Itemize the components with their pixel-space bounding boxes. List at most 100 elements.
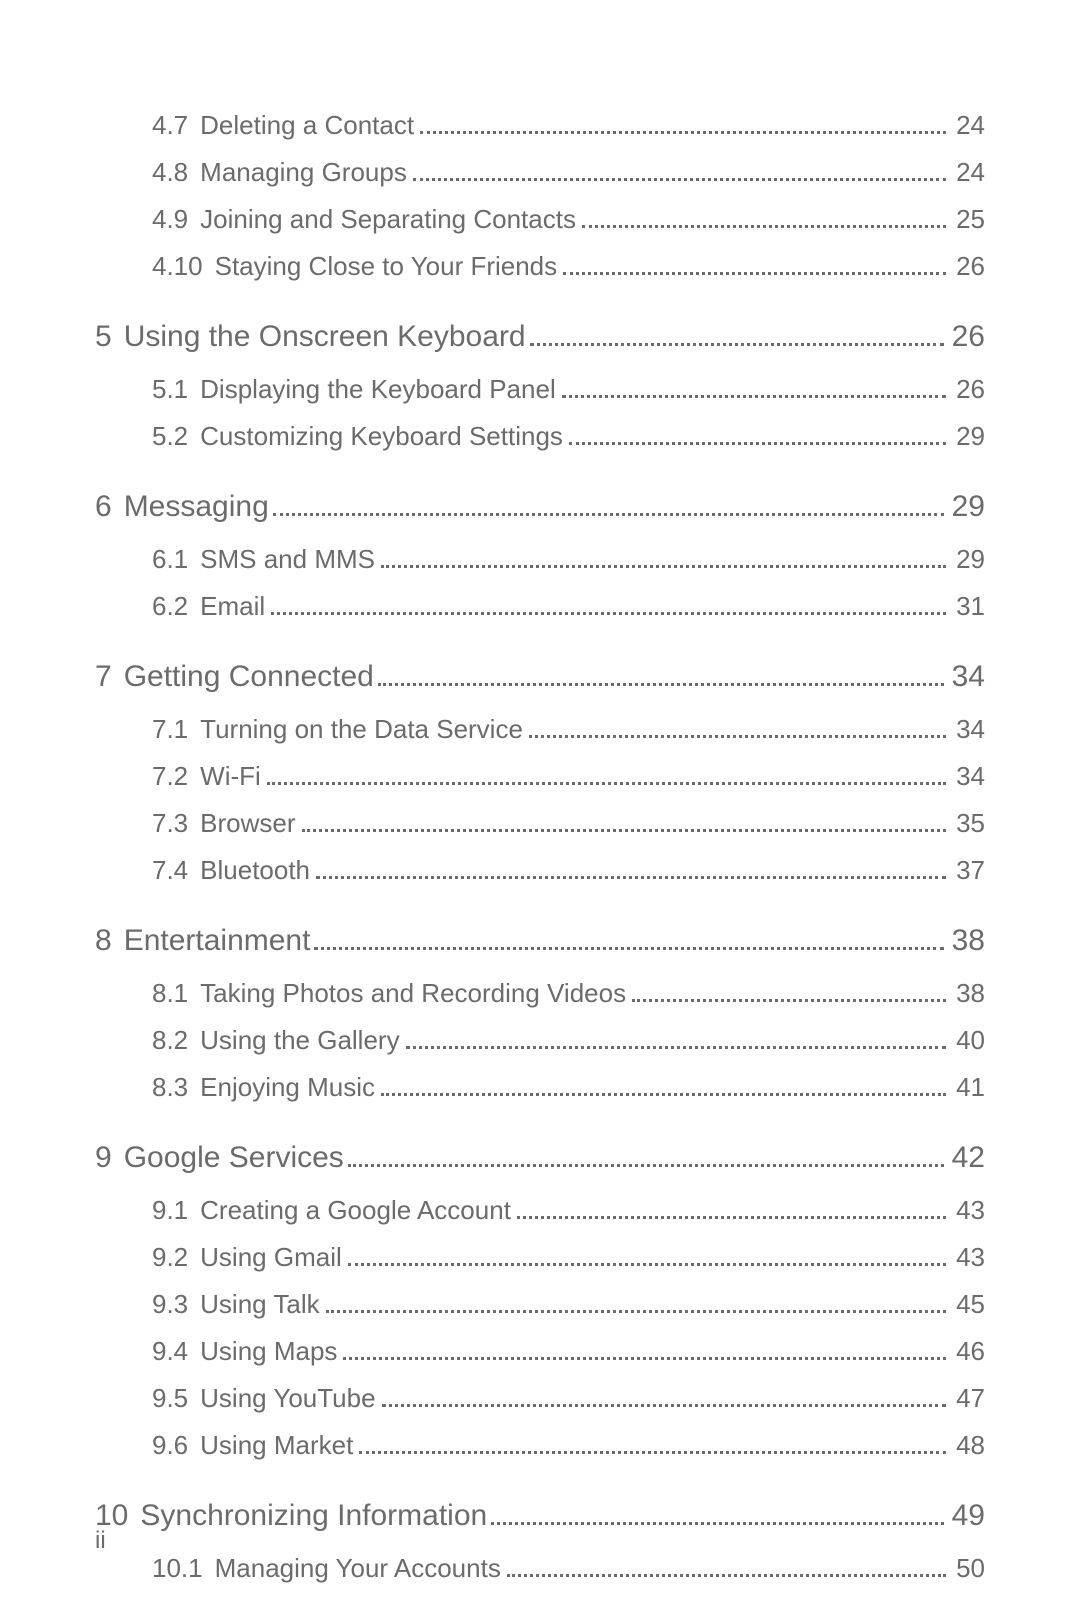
toc-sub-page: 25 [956,204,985,235]
toc-sub-entry: 9.6 Using Market 48 [152,1430,985,1461]
toc-dots [569,442,946,445]
toc-sub-num: 8.1 [152,978,188,1009]
toc-dots [378,683,944,686]
toc-sub-num: 7.1 [152,714,188,745]
toc-sub-entry: 9.5 Using YouTube 47 [152,1383,985,1414]
toc-sub-page: 31 [956,591,985,622]
toc-sub-num: 9.1 [152,1195,188,1226]
toc-sub-page: 37 [956,855,985,886]
toc-dots [382,1404,947,1407]
toc-sub-entry: 7.3 Browser 35 [152,808,985,839]
toc-chapter-title: Entertainment [124,924,311,958]
toc-sub-title: Creating a Google Account [200,1195,511,1226]
toc-sub-title: Using Maps [200,1336,337,1367]
toc-chapter-num: 5 [95,320,112,354]
toc-sub-title: Deleting a Contact [200,110,414,141]
toc-chapter-title: Synchronizing Information [140,1499,487,1533]
toc-sub-page: 45 [956,1289,985,1320]
toc-sub-num: 9.2 [152,1242,188,1273]
toc-dots [381,565,946,568]
toc-dots [343,1357,946,1360]
toc-chapter-entry: 5 Using the Onscreen Keyboard 26 [95,320,985,354]
toc-page: 4.7 Deleting a Contact 24 4.8 Managing G… [0,0,1080,1584]
toc-sub-title: Managing Groups [200,157,407,188]
toc-sub-entry: 7.4 Bluetooth 37 [152,855,985,886]
toc-sub-num: 5.2 [152,421,188,452]
toc-dots [348,1263,946,1266]
toc-sub-page: 40 [956,1025,985,1056]
toc-dots [529,735,946,738]
toc-chapter-page: 29 [952,490,985,524]
toc-sub-entry: 10.1 Managing Your Accounts 50 [152,1553,985,1584]
toc-dots [316,876,946,879]
toc-chapter-page: 42 [952,1141,985,1175]
toc-sub-page: 29 [956,421,985,452]
toc-sub-title: Using Market [200,1430,353,1461]
toc-dots [517,1216,946,1219]
toc-sub-entry: 5.2 Customizing Keyboard Settings 29 [152,421,985,452]
toc-sub-title: Turning on the Data Service [200,714,523,745]
toc-sub-title: Staying Close to Your Friends [215,251,558,282]
toc-sub-num: 9.4 [152,1336,188,1367]
toc-sub-title: Enjoying Music [200,1072,375,1103]
toc-dots [507,1574,946,1577]
toc-chapter-entry: 8 Entertainment 38 [95,924,985,958]
toc-sub-entry: 9.1 Creating a Google Account 43 [152,1195,985,1226]
toc-sub-entry: 9.4 Using Maps 46 [152,1336,985,1367]
toc-sub-title: Managing Your Accounts [215,1553,501,1584]
toc-chapter-entry: 9 Google Services 42 [95,1141,985,1175]
toc-sub-page: 47 [956,1383,985,1414]
toc-sub-num: 7.4 [152,855,188,886]
toc-sub-num: 4.10 [152,251,203,282]
toc-sub-title: Using YouTube [200,1383,375,1414]
toc-sub-title: Displaying the Keyboard Panel [200,374,556,405]
toc-sub-title: Bluetooth [200,855,310,886]
toc-sub-title: Wi-Fi [200,761,261,792]
toc-sub-num: 9.5 [152,1383,188,1414]
toc-sub-num: 7.3 [152,808,188,839]
toc-sub-page: 38 [956,978,985,1009]
toc-dots [406,1046,947,1049]
toc-chapter-page: 38 [952,924,985,958]
toc-sub-num: 8.2 [152,1025,188,1056]
toc-sub-title: Email [200,591,265,622]
toc-sub-num: 9.6 [152,1430,188,1461]
toc-sub-num: 10.1 [152,1553,203,1584]
toc-sub-entry: 7.1 Turning on the Data Service 34 [152,714,985,745]
toc-sub-page: 24 [956,157,985,188]
toc-sub-title: Customizing Keyboard Settings [200,421,563,452]
toc-dots [314,947,943,950]
toc-dots [348,1164,944,1167]
toc-chapter-num: 6 [95,490,112,524]
toc-dots [267,782,946,785]
toc-sub-page: 29 [956,544,985,575]
toc-dots [381,1093,946,1096]
toc-sub-title: Browser [200,808,295,839]
toc-sub-page: 48 [956,1430,985,1461]
toc-sub-num: 4.9 [152,204,188,235]
toc-chapter-page: 26 [952,320,985,354]
toc-sub-entry: 4.7 Deleting a Contact 24 [152,110,985,141]
toc-sub-entry: 4.9 Joining and Separating Contacts 25 [152,204,985,235]
toc-chapter-num: 9 [95,1141,112,1175]
toc-dots [273,513,944,516]
toc-sub-num: 8.3 [152,1072,188,1103]
toc-chapter-title: Getting Connected [124,660,374,694]
toc-sub-title: Using Talk [200,1289,319,1320]
toc-chapter-title: Using the Onscreen Keyboard [124,320,526,354]
toc-sub-page: 50 [956,1553,985,1584]
toc-chapter-num: 8 [95,924,112,958]
toc-dots [413,178,946,181]
toc-dots [302,829,947,832]
toc-sub-entry: 7.2 Wi-Fi 34 [152,761,985,792]
toc-dots [562,395,946,398]
toc-sub-page: 26 [956,251,985,282]
toc-sub-entry: 4.10 Staying Close to Your Friends 26 [152,251,985,282]
toc-sub-entry: 4.8 Managing Groups 24 [152,157,985,188]
toc-dots [359,1451,946,1454]
toc-dots [326,1310,946,1313]
toc-sub-page: 35 [956,808,985,839]
toc-dots [563,272,946,275]
page-number-footer: ii [95,1527,106,1555]
toc-sub-title: Using Gmail [200,1242,342,1273]
